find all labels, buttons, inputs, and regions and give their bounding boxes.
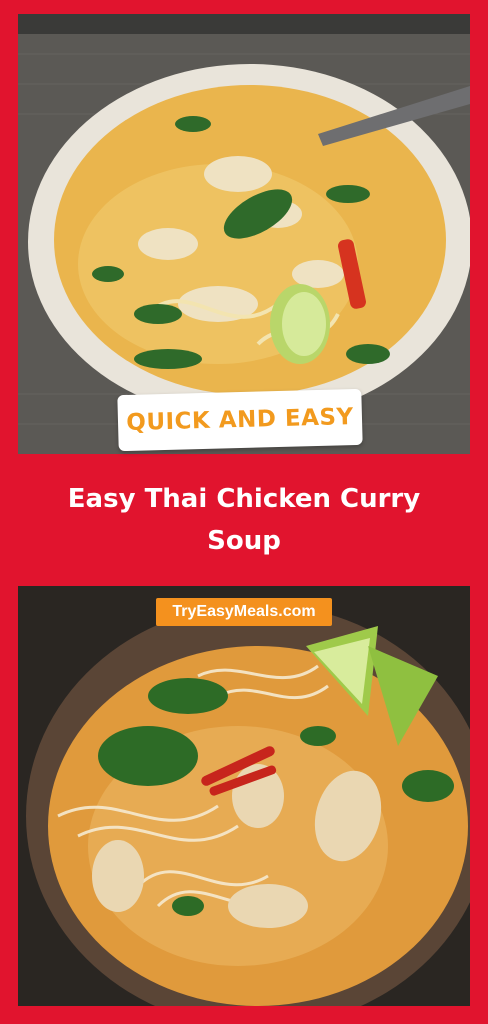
- title-line-2: Soup: [207, 526, 281, 556]
- top-soup-photo: [18, 14, 470, 454]
- title-line-1: Easy Thai Chicken Curry: [67, 484, 421, 514]
- quick-and-easy-badge: QUICK AND EASY: [117, 388, 363, 452]
- bottom-soup-photo: [18, 586, 470, 1006]
- site-watermark: TryEasyMeals.com: [156, 598, 332, 626]
- recipe-title: Easy Thai Chicken Curry Soup: [0, 478, 488, 562]
- top-soup-illustration: [18, 14, 470, 454]
- bottom-soup-illustration: [18, 586, 470, 1006]
- badge-text: QUICK AND EASY: [125, 404, 354, 436]
- site-label: TryEasyMeals.com: [172, 603, 316, 620]
